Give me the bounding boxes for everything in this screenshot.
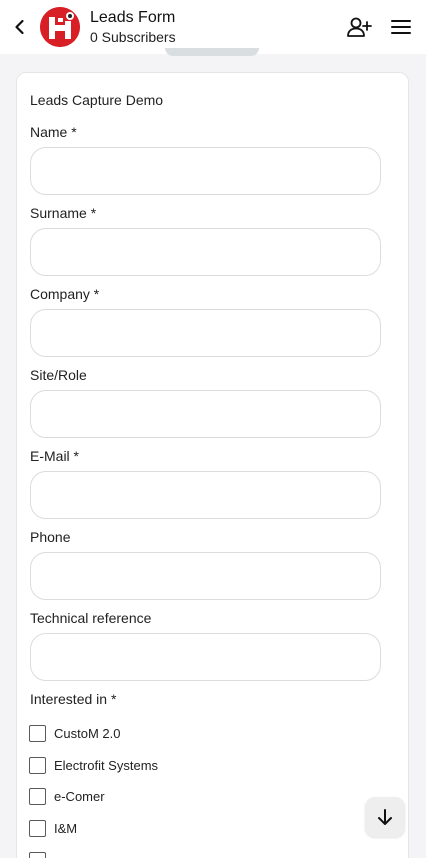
option-electrofit-checkbox[interactable] <box>29 757 46 774</box>
option-im-checkbox[interactable] <box>29 820 46 837</box>
top-bar: Leads Form 0 Subscribers <box>0 0 426 54</box>
leads-form-card: Leads Capture Demo Name * Surname * Comp… <box>16 72 409 858</box>
arrow-down-icon <box>378 809 392 825</box>
company-label: Company * <box>30 286 100 302</box>
company-field[interactable] <box>30 309 381 357</box>
surname-label: Surname * <box>30 205 97 221</box>
phone-field[interactable] <box>30 552 381 600</box>
option-electrofit-label: Electrofit Systems <box>54 758 159 773</box>
pull-indicator <box>165 48 259 56</box>
channel-titles: Leads Form 0 Subscribers <box>90 8 176 46</box>
phone-label: Phone <box>30 529 71 545</box>
header-actions <box>344 12 426 42</box>
scroll-down-button[interactable] <box>365 797 405 837</box>
menu-button[interactable] <box>386 12 416 42</box>
avatar[interactable] <box>40 7 80 47</box>
technical-reference-field[interactable] <box>30 633 381 681</box>
brand-logo-icon <box>40 7 80 47</box>
option-im-row[interactable]: I&M <box>29 820 77 837</box>
name-label: Name * <box>30 124 77 140</box>
email-label: E-Mail * <box>30 448 80 464</box>
option-custom-checkbox[interactable] <box>29 725 46 742</box>
site-role-label: Site/Role <box>30 367 87 383</box>
interested-in-label: Interested in * <box>30 691 117 707</box>
next-option-checkbox[interactable] <box>29 852 46 858</box>
subscriber-count: 0 Subscribers <box>90 29 176 45</box>
email-field[interactable] <box>30 471 381 519</box>
surname-field[interactable] <box>30 228 381 276</box>
name-field[interactable] <box>30 147 381 195</box>
option-custom-row[interactable]: CustoM 2.0 <box>29 725 120 742</box>
option-im-label: I&M <box>54 821 78 836</box>
next-option-row[interactable] <box>29 852 46 858</box>
add-user-icon <box>347 17 372 37</box>
option-ecomer-label: e-Comer <box>54 789 105 804</box>
option-electrofit-row[interactable]: Electrofit Systems <box>29 757 158 774</box>
chevron-left-icon <box>15 19 24 35</box>
option-ecomer-checkbox[interactable] <box>29 788 46 805</box>
form-title: Leads Capture Demo <box>30 92 164 108</box>
technical-reference-label: Technical reference <box>30 610 152 626</box>
channel-title: Leads Form <box>90 9 176 26</box>
back-button[interactable] <box>0 0 40 54</box>
site-role-field[interactable] <box>30 390 381 438</box>
option-ecomer-row[interactable]: e-Comer <box>29 788 105 805</box>
add-subscriber-button[interactable] <box>344 12 374 42</box>
app: Leads Form 0 Subscribers Leads Capture D… <box>0 0 426 858</box>
hamburger-menu-icon <box>391 20 411 34</box>
option-custom-label: CustoM 2.0 <box>54 726 121 741</box>
